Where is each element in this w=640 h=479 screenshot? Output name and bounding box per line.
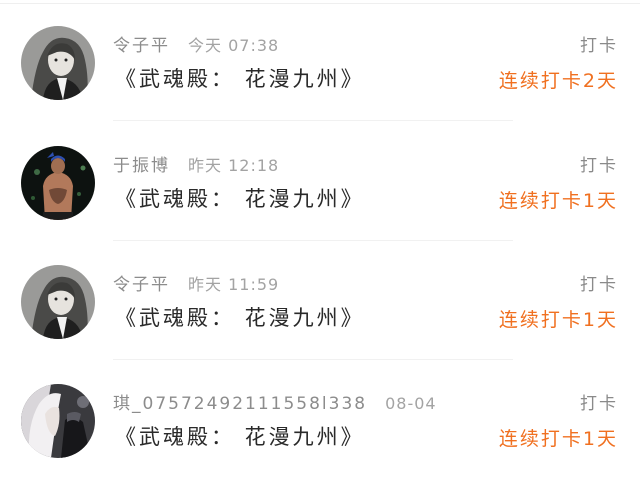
checkin-label: 打卡 <box>580 275 618 295</box>
row-divider <box>113 120 513 121</box>
list-item[interactable]: 令子平 今天 07:38 《武魂殿： 花漫九州》 打卡 连续打卡2天 <box>0 2 640 121</box>
anime-character-avatar-icon <box>21 265 95 339</box>
white-haired-anime-avatar-icon <box>21 384 95 458</box>
book-title-link[interactable]: 《武魂殿： 花漫九州》 <box>115 64 365 94</box>
username[interactable]: 令子平 <box>113 275 170 295</box>
checkin-label: 打卡 <box>580 394 618 414</box>
list-item[interactable]: 令子平 昨天 11:59 《武魂殿： 花漫九州》 打卡 连续打卡1天 <box>0 241 640 360</box>
avatar[interactable] <box>21 146 95 220</box>
list-item[interactable]: 于振博 昨天 12:18 《武魂殿： 花漫九州》 打卡 连续打卡1天 <box>0 122 640 241</box>
checkin-label: 打卡 <box>580 36 618 56</box>
username[interactable]: 令子平 <box>113 36 170 56</box>
timestamp: 今天 07:38 <box>188 36 280 55</box>
timestamp: 昨天 11:59 <box>188 275 280 294</box>
streak-badge: 连续打卡1天 <box>498 428 618 450</box>
avatar[interactable] <box>21 26 95 100</box>
username[interactable]: 琪_07572492111558l338 <box>113 394 367 414</box>
avatar[interactable] <box>21 384 95 458</box>
entry-meta: 于振博 昨天 12:18 <box>113 155 279 177</box>
entry-meta: 琪_07572492111558l338 08-04 <box>113 393 437 415</box>
streak-badge: 连续打卡1天 <box>498 309 618 331</box>
streak-badge: 连续打卡1天 <box>498 190 618 212</box>
checkin-list: 令子平 今天 07:38 《武魂殿： 花漫九州》 打卡 连续打卡2天 于振博 昨… <box>0 0 640 479</box>
streak-badge: 连续打卡2天 <box>498 70 618 92</box>
book-title-link[interactable]: 《武魂殿： 花漫九州》 <box>115 303 365 333</box>
book-title-link[interactable]: 《武魂殿： 花漫九州》 <box>115 422 365 452</box>
tattooed-man-avatar-icon <box>21 146 95 220</box>
entry-meta: 令子平 昨天 11:59 <box>113 274 279 296</box>
avatar[interactable] <box>21 265 95 339</box>
anime-character-avatar-icon <box>21 26 95 100</box>
book-title-link[interactable]: 《武魂殿： 花漫九州》 <box>115 184 365 214</box>
checkin-label: 打卡 <box>580 156 618 176</box>
timestamp: 08-04 <box>385 394 437 413</box>
username[interactable]: 于振博 <box>113 156 170 176</box>
entry-meta: 令子平 今天 07:38 <box>113 35 279 57</box>
timestamp: 昨天 12:18 <box>188 156 280 175</box>
list-item[interactable]: 琪_07572492111558l338 08-04 《武魂殿： 花漫九州》 打卡… <box>0 360 640 479</box>
